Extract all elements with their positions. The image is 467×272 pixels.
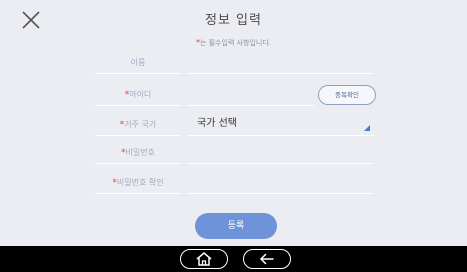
- id-label-text: 아이디: [129, 90, 152, 99]
- form-row-password: *비밀번호: [0, 142, 467, 168]
- country-label: *거주 국가: [95, 114, 181, 136]
- form-row-country: *거주 국가 국가 선택: [0, 114, 467, 140]
- id-field[interactable]: [187, 84, 314, 106]
- password-label: *비밀번호: [95, 142, 181, 164]
- navigation-bar: [0, 246, 467, 272]
- password-label-text: 비밀번호: [125, 148, 155, 157]
- name-label: 이름: [95, 52, 181, 74]
- id-label: *아이디: [95, 84, 181, 106]
- name-field[interactable]: [187, 52, 374, 74]
- dropdown-arrow-icon: [364, 125, 370, 131]
- back-button[interactable]: [243, 249, 291, 269]
- back-icon: [260, 253, 274, 265]
- home-button[interactable]: [180, 249, 228, 269]
- country-select-value: 국가 선택: [197, 118, 237, 129]
- form-row-password-confirm: *비밀번호 확인: [0, 172, 467, 198]
- submit-button[interactable]: 등록: [195, 213, 277, 239]
- page-title: 정보 입력: [205, 13, 262, 28]
- duplicate-check-button[interactable]: 중복확인: [318, 85, 376, 105]
- country-select[interactable]: 국가 선택: [187, 114, 374, 136]
- password-confirm-label-text: 비밀번호 확인: [116, 178, 164, 187]
- name-label-text: 이름: [130, 58, 146, 67]
- country-label-text: 거주 국가: [124, 120, 157, 129]
- home-icon: [196, 252, 212, 266]
- required-notice-text: 는 필수입력 사항입니다.: [199, 39, 272, 47]
- password-confirm-field[interactable]: [187, 172, 374, 194]
- form-row-name: 이름: [0, 52, 467, 78]
- password-field[interactable]: [187, 142, 374, 164]
- form-row-id: *아이디 중복확인: [0, 84, 467, 110]
- required-notice: *는 필수입력 사항입니다.: [0, 38, 467, 48]
- password-confirm-label: *비밀번호 확인: [95, 172, 181, 194]
